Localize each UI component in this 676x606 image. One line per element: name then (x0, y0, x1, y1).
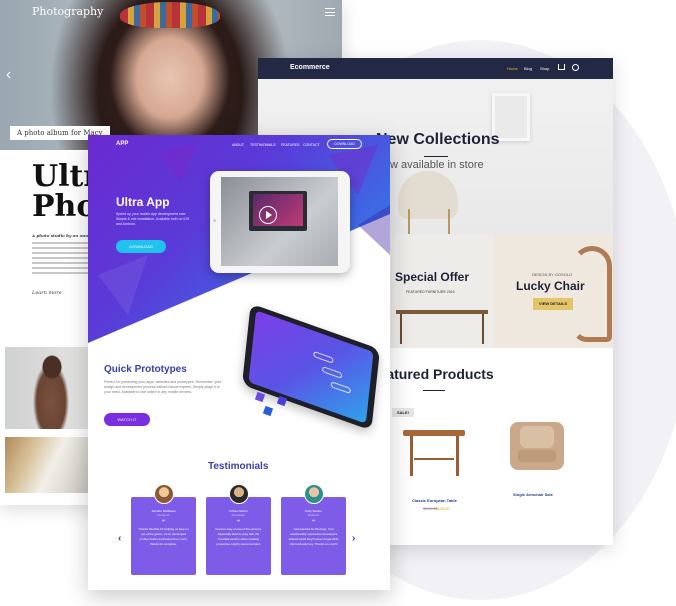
app-landing-page: APP ABOUT TESTIMONIALS FEATURES CONTACT … (88, 135, 390, 590)
decorative-tile (276, 395, 288, 407)
sale-badge: SALE! (392, 408, 414, 417)
product-armchair-image[interactable] (510, 422, 564, 470)
lucky-chair-banner: DESIGN BY GOSOLO Lucky Chair VIEW DETAIL… (494, 234, 613, 348)
product-name-link[interactable]: Single Armchair Sale (513, 492, 553, 497)
testimonial-role: Designer (157, 513, 170, 517)
gallery-thumbnail-interior[interactable] (5, 437, 89, 493)
quick-prototypes-description: Perfect for presenting your apps, websit… (104, 380, 222, 394)
featured-divider (423, 390, 445, 391)
tablet-screen-image (221, 177, 338, 266)
nav-shop-link[interactable]: Shop (540, 66, 549, 71)
product-name-link[interactable]: Classic European Table (412, 498, 457, 503)
lucky-chair-designer: DESIGN BY GOSOLO (532, 272, 573, 277)
nav-features-link[interactable]: FEATURES (281, 143, 299, 147)
testimonial-prev-icon[interactable]: ‹ (118, 533, 121, 544)
app-hero-description: Speed up your mobile app development now… (116, 212, 190, 226)
nav-blog-link[interactable]: Blog (524, 66, 532, 71)
table-leg (410, 436, 413, 476)
lucky-chair-title: Lucky Chair (516, 279, 585, 293)
testimonial-text: Thanks Flexible for helping us step on t… (138, 527, 189, 546)
testimonial-role: Developer (231, 513, 246, 517)
hero-download-button[interactable]: DOWNLOAD (116, 240, 166, 253)
view-details-button[interactable]: VIEW DETAILS (533, 298, 573, 310)
decorative-tile (254, 391, 266, 403)
testimonial-card: Kelly Santos Marketer ❝ Just inspired fo… (281, 497, 346, 575)
nav-home-link[interactable]: Home (507, 66, 518, 71)
quote-icon: ❝ (237, 519, 240, 525)
avatar (154, 484, 174, 504)
ui-pill-shape (313, 350, 334, 364)
avatar (304, 484, 324, 504)
tablet-camera (213, 219, 216, 222)
offer-table-image (396, 310, 488, 314)
testimonial-text: Just inspired for Rovings. Your unbeliev… (288, 527, 339, 546)
hero-divider (424, 156, 448, 157)
learn-more-link[interactable]: Learn more (32, 290, 62, 296)
photography-logo[interactable]: Photography (32, 5, 103, 18)
decorative-tile (262, 405, 274, 417)
offer-title: Special Offer (395, 270, 470, 284)
hero-subtitle: Now available in store (376, 159, 484, 171)
testimonial-card: Robert Morris Developer ❝ Great to stay … (206, 497, 271, 575)
table-leg (456, 436, 459, 476)
ui-pill-shape (330, 381, 352, 395)
testimonials-title: Testimonials (208, 461, 269, 472)
nav-about-link[interactable]: ABOUT (232, 143, 244, 147)
app-hero-title: Ultra App (116, 195, 170, 209)
chair-leg (448, 209, 450, 235)
headband-image-detail (120, 2, 220, 28)
cart-icon[interactable] (558, 64, 565, 70)
nav-contact-link[interactable]: CONTACT (303, 143, 320, 147)
hero-title: New Collections (376, 131, 500, 148)
lucky-chair-image (572, 246, 612, 342)
search-icon[interactable] (572, 64, 579, 71)
avatar (229, 484, 249, 504)
testimonial-next-icon[interactable]: › (352, 533, 355, 544)
hamburger-menu-icon[interactable] (325, 8, 335, 16)
quote-icon: ❝ (162, 519, 165, 525)
quote-icon: ❝ (312, 519, 315, 525)
gallery-thumbnail-model[interactable] (5, 347, 89, 429)
offer-subtitle: FEATURED FURNITURE 2016 (406, 290, 455, 294)
photography-body-text (32, 242, 90, 277)
app-logo[interactable]: APP (116, 141, 128, 147)
ui-pill-shape (321, 366, 343, 379)
chair-leg (408, 209, 410, 235)
table-stretcher (414, 458, 454, 460)
testimonial-text: Great to stay on top of the process. Esp… (215, 527, 262, 546)
quick-prototypes-title: Quick Prototypes (104, 364, 187, 375)
tablet-mockup (210, 171, 350, 273)
watch-it-button[interactable]: WATCH IT (104, 413, 150, 426)
table-leg (400, 314, 402, 344)
slider-prev-icon[interactable]: ‹ (6, 66, 11, 84)
laptop-image (249, 191, 307, 231)
testimonial-card: Jennifer Matthews Designer ❝ Thanks Flex… (131, 497, 196, 575)
product-price: $100.00 (435, 506, 450, 511)
nav-testimonials-link[interactable]: TESTIMONIALS (250, 143, 276, 147)
table-leg (482, 314, 484, 344)
testimonial-role: Marketer (307, 513, 320, 517)
nav-download-button[interactable]: DOWNLOAD (327, 139, 362, 149)
ecommerce-navbar: Ecommerce Home Blog Shop (258, 58, 613, 79)
play-icon[interactable] (259, 206, 277, 224)
ecommerce-logo[interactable]: Ecommerce (290, 64, 330, 71)
